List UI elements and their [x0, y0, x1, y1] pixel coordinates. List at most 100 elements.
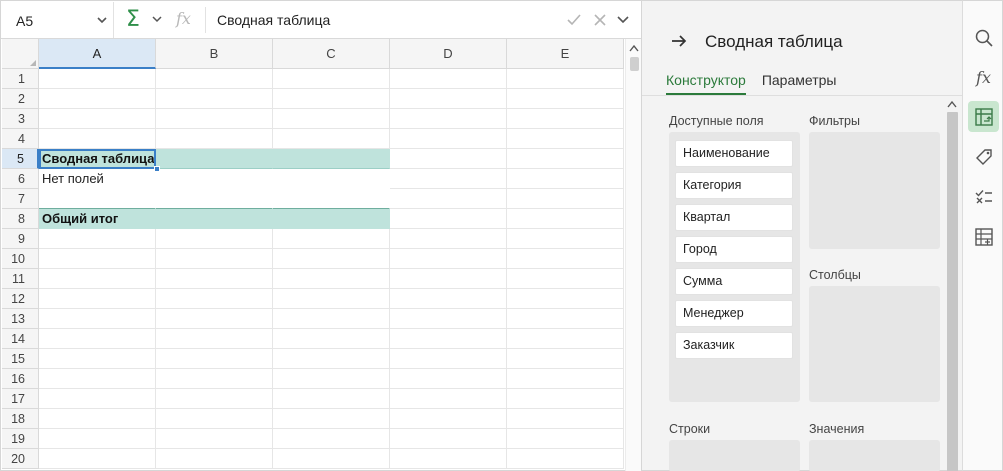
field-item[interactable]: Город [675, 236, 793, 263]
cell-b3[interactable] [156, 109, 273, 129]
cell-a5[interactable]: Сводная таблица [39, 149, 160, 172]
cell-e6[interactable] [507, 169, 624, 189]
tab-parameters[interactable]: Параметры [762, 72, 837, 95]
row-header[interactable]: 9 [2, 229, 39, 249]
cell-b7[interactable] [156, 189, 273, 209]
cell-d11[interactable] [390, 269, 507, 289]
cell-b18[interactable] [156, 409, 273, 429]
cell-a20[interactable] [39, 449, 156, 469]
cell-e11[interactable] [507, 269, 624, 289]
cell-a7[interactable] [39, 189, 156, 209]
chevron-down-icon[interactable] [615, 11, 631, 29]
cell-b12[interactable] [156, 289, 273, 309]
cell-b14[interactable] [156, 329, 273, 349]
cell-b13[interactable] [156, 309, 273, 329]
cell-e13[interactable] [507, 309, 624, 329]
field-item[interactable]: Менеджер [675, 300, 793, 327]
cell-b5[interactable] [156, 149, 273, 169]
cell-d13[interactable] [390, 309, 507, 329]
row-header[interactable]: 20 [2, 449, 39, 469]
tab-constructor[interactable]: Конструктор [666, 72, 746, 95]
cell-d18[interactable] [390, 409, 507, 429]
row-header[interactable]: 8 [2, 209, 39, 229]
cell-e9[interactable] [507, 229, 624, 249]
cell-c5[interactable] [273, 149, 390, 169]
row-header[interactable]: 7 [2, 189, 39, 209]
cell-d2[interactable] [390, 89, 507, 109]
cell-a13[interactable] [39, 309, 156, 329]
cell-a8[interactable]: Общий итог [39, 209, 156, 229]
table-settings-icon[interactable] [968, 221, 999, 252]
cell-e17[interactable] [507, 389, 624, 409]
field-item[interactable]: Заказчик [675, 332, 793, 359]
fill-handle[interactable] [154, 166, 160, 172]
cell-reference[interactable]: A5 [16, 13, 33, 29]
cell-d14[interactable] [390, 329, 507, 349]
row-header[interactable]: 10 [2, 249, 39, 269]
column-header-c[interactable]: C [273, 39, 390, 69]
cell-d3[interactable] [390, 109, 507, 129]
cell-d20[interactable] [390, 449, 507, 469]
cell-e8[interactable] [507, 209, 624, 229]
function-icon[interactable]: fx [968, 62, 999, 93]
cell-b8[interactable] [156, 209, 273, 229]
cell-d4[interactable] [390, 129, 507, 149]
cell-a1[interactable] [39, 69, 156, 89]
cell-a4[interactable] [39, 129, 156, 149]
search-icon[interactable] [968, 22, 999, 53]
cell-e7[interactable] [507, 189, 624, 209]
cell-b4[interactable] [156, 129, 273, 149]
chevron-down-icon[interactable] [151, 13, 163, 25]
row-header[interactable]: 15 [2, 349, 39, 369]
cell-e19[interactable] [507, 429, 624, 449]
select-all-corner[interactable] [2, 39, 39, 69]
cell-c20[interactable] [273, 449, 390, 469]
close-icon[interactable] [591, 11, 609, 29]
data-validation-icon[interactable] [968, 181, 999, 212]
cell-a2[interactable] [39, 89, 156, 109]
cell-a14[interactable] [39, 329, 156, 349]
cell-c1[interactable] [273, 69, 390, 89]
row-header[interactable]: 18 [2, 409, 39, 429]
cell-e15[interactable] [507, 349, 624, 369]
cell-b11[interactable] [156, 269, 273, 289]
row-header[interactable]: 19 [2, 429, 39, 449]
row-header[interactable]: 12 [2, 289, 39, 309]
sigma-icon[interactable]: Σ [126, 7, 140, 32]
cell-b2[interactable] [156, 89, 273, 109]
row-header[interactable]: 13 [2, 309, 39, 329]
cell-b9[interactable] [156, 229, 273, 249]
cell-c3[interactable] [273, 109, 390, 129]
cell-d12[interactable] [390, 289, 507, 309]
cell-d9[interactable] [390, 229, 507, 249]
cell-d17[interactable] [390, 389, 507, 409]
rows-drop-zone[interactable] [669, 440, 800, 471]
cell-e2[interactable] [507, 89, 624, 109]
cell-d5[interactable] [390, 149, 507, 169]
cell-e1[interactable] [507, 69, 624, 89]
cell-a19[interactable] [39, 429, 156, 449]
name-box[interactable]: A5 [2, 2, 114, 38]
chevron-down-icon[interactable] [95, 13, 109, 27]
scroll-up-icon[interactable] [629, 44, 639, 52]
cell-e20[interactable] [507, 449, 624, 469]
cell-c2[interactable] [273, 89, 390, 109]
row-header[interactable]: 4 [2, 129, 39, 149]
cell-a12[interactable] [39, 289, 156, 309]
row-header[interactable]: 5 [2, 149, 39, 169]
cell-e10[interactable] [507, 249, 624, 269]
vertical-scrollbar[interactable] [625, 39, 641, 471]
cell-b19[interactable] [156, 429, 273, 449]
row-header[interactable]: 2 [2, 89, 39, 109]
cell-c14[interactable] [273, 329, 390, 349]
field-item[interactable]: Категория [675, 172, 793, 199]
cell-a15[interactable] [39, 349, 156, 369]
column-header-e[interactable]: E [507, 39, 624, 69]
cell-c12[interactable] [273, 289, 390, 309]
cell-c10[interactable] [273, 249, 390, 269]
cell-b1[interactable] [156, 69, 273, 89]
cell-b16[interactable] [156, 369, 273, 389]
cell-a3[interactable] [39, 109, 156, 129]
cell-e5[interactable] [507, 149, 624, 169]
cell-c11[interactable] [273, 269, 390, 289]
